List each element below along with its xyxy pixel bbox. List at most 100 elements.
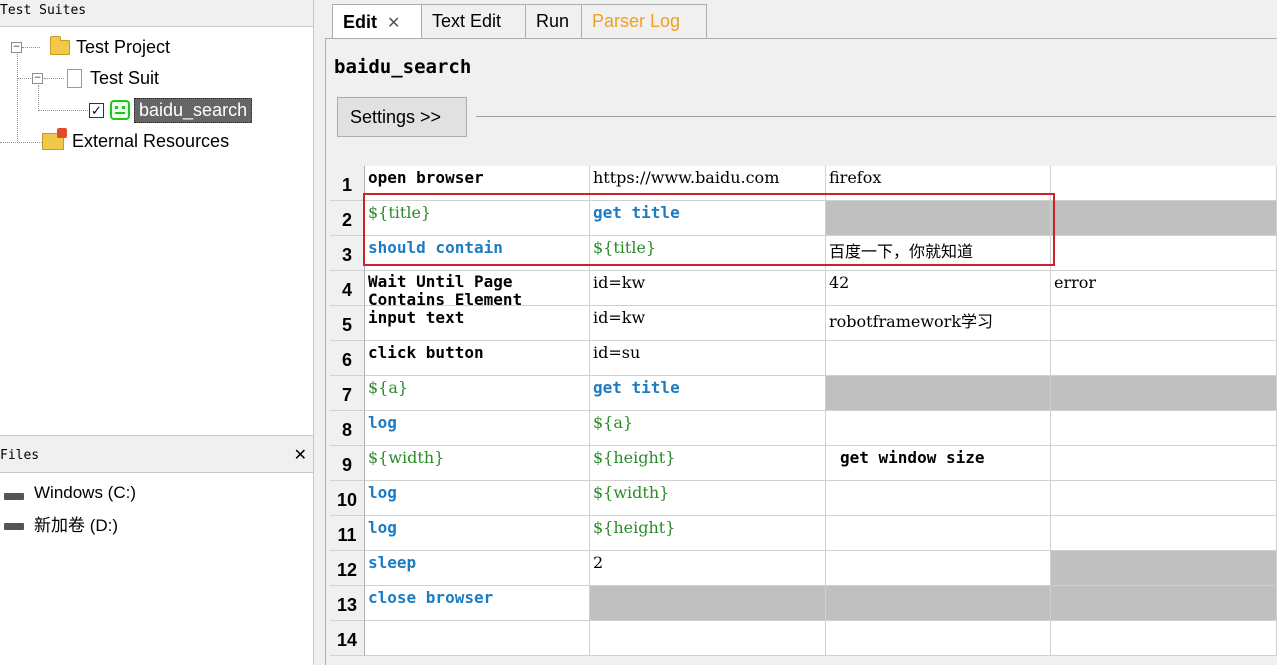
grid-cell[interactable]: 42 — [826, 271, 1051, 306]
collapse-icon[interactable]: − — [32, 72, 43, 84]
tab-bar: Edit ✕ Text Edit Run Parser Log — [325, 0, 1277, 39]
tree-node-suite[interactable]: − Test Suit — [32, 64, 159, 92]
grid-cell[interactable]: open browser — [365, 166, 590, 201]
grid-cell[interactable]: ${width} — [365, 446, 590, 481]
close-icon[interactable]: ✕ — [387, 13, 400, 32]
grid-cell[interactable]: ${a} — [365, 376, 590, 411]
row-number[interactable]: 8 — [330, 411, 365, 446]
grid-cell[interactable] — [826, 411, 1051, 446]
grid-cell[interactable] — [826, 341, 1051, 376]
grid-cell[interactable]: get title — [590, 201, 826, 236]
grid-cell-disabled[interactable] — [1051, 586, 1277, 621]
grid-cell[interactable]: close browser — [365, 586, 590, 621]
row-number[interactable]: 7 — [330, 376, 365, 411]
collapse-icon[interactable]: − — [11, 41, 22, 53]
row-number[interactable]: 14 — [330, 621, 365, 656]
table-row: 8 log ${a} — [330, 411, 1277, 446]
grid-cell[interactable]: ${a} — [590, 411, 826, 446]
row-number[interactable]: 13 — [330, 586, 365, 621]
grid-cell[interactable]: log — [365, 481, 590, 516]
grid-cell[interactable]: 2 — [590, 551, 826, 586]
grid-cell[interactable] — [1051, 411, 1277, 446]
close-icon[interactable]: ✕ — [294, 447, 307, 467]
row-number[interactable]: 9 — [330, 446, 365, 481]
grid-cell[interactable] — [590, 621, 826, 656]
grid-cell[interactable] — [1051, 306, 1277, 341]
grid-cell[interactable]: get title — [590, 376, 826, 411]
drive-icon — [4, 492, 24, 500]
settings-button[interactable]: Settings >> — [337, 97, 467, 137]
row-number[interactable]: 12 — [330, 551, 365, 586]
grid-cell[interactable]: id=kw — [590, 271, 826, 306]
grid-cell[interactable]: error — [1051, 271, 1277, 306]
grid-cell[interactable] — [826, 621, 1051, 656]
grid-cell-disabled[interactable] — [1051, 201, 1277, 236]
suite-tree[interactable]: − Test Project − Test Suit ✓ baidu_searc… — [0, 26, 313, 436]
grid-cell[interactable]: should contain — [365, 236, 590, 271]
grid-cell[interactable]: sleep — [365, 551, 590, 586]
grid-cell[interactable] — [826, 551, 1051, 586]
grid-cell[interactable]: ${width} — [590, 481, 826, 516]
grid-cell-disabled[interactable] — [826, 376, 1051, 411]
grid-cell[interactable]: ${height} — [590, 516, 826, 551]
grid-cell-disabled[interactable] — [1051, 551, 1277, 586]
tab-label: Run — [536, 11, 570, 31]
grid-cell[interactable] — [1051, 166, 1277, 201]
grid-cell-disabled[interactable] — [826, 201, 1051, 236]
tree-node-label: Test Suit — [90, 67, 160, 88]
grid-cell-disabled[interactable] — [1051, 376, 1277, 411]
grid-cell[interactable] — [1051, 446, 1277, 481]
grid-cell[interactable] — [1051, 236, 1277, 271]
drive-item-c[interactable]: Windows (C:) — [4, 482, 136, 504]
row-number[interactable]: 6 — [330, 341, 365, 376]
files-list[interactable]: Windows (C:) 新加卷 (D:) — [0, 472, 313, 665]
drive-label: 新加卷 (D:) — [34, 515, 119, 535]
grid-cell[interactable] — [1051, 621, 1277, 656]
tab-edit[interactable]: Edit ✕ — [332, 4, 422, 39]
tab-parser-log[interactable]: Parser Log — [581, 4, 707, 38]
tab-text-edit[interactable]: Text Edit — [421, 4, 526, 38]
grid-cell[interactable] — [1051, 481, 1277, 516]
grid-cell[interactable] — [826, 516, 1051, 551]
grid-cell[interactable]: https://www.baidu.com — [590, 166, 826, 201]
grid-cell[interactable]: 百度一下，你就知道 — [826, 236, 1051, 271]
tree-node-project[interactable]: − Test Project — [11, 33, 170, 61]
grid-cell[interactable] — [826, 481, 1051, 516]
grid-cell[interactable]: ${title} — [590, 236, 826, 271]
grid-cell[interactable] — [1051, 516, 1277, 551]
grid-cell[interactable]: robotframework学习 — [826, 306, 1051, 341]
row-number[interactable]: 11 — [330, 516, 365, 551]
checkbox-checked-icon[interactable]: ✓ — [89, 102, 104, 118]
grid-cell[interactable]: ${title} — [365, 201, 590, 236]
grid-cell[interactable]: get window size — [826, 446, 1051, 481]
row-number[interactable]: 3 — [330, 236, 365, 271]
grid-cell[interactable]: Wait Until Page Contains Element — [365, 271, 590, 306]
row-number[interactable]: 4 — [330, 271, 365, 306]
grid-cell-disabled[interactable] — [590, 586, 826, 621]
row-number[interactable]: 2 — [330, 201, 365, 236]
tree-node-test-case[interactable]: ✓ baidu_search — [89, 96, 253, 124]
grid-cell[interactable]: id=kw — [590, 306, 826, 341]
row-number[interactable]: 5 — [330, 306, 365, 341]
grid-cell[interactable]: ${height} — [590, 446, 826, 481]
table-row: 3 should contain ${title} 百度一下，你就知道 — [330, 236, 1277, 271]
drive-icon — [4, 522, 24, 530]
grid-cell[interactable]: click button — [365, 341, 590, 376]
drive-item-d[interactable]: 新加卷 (D:) — [4, 512, 119, 535]
pane-splitter[interactable] — [313, 0, 325, 665]
grid-cell[interactable] — [365, 621, 590, 656]
tab-label: Parser Log — [592, 11, 681, 31]
grid-cell[interactable]: log — [365, 516, 590, 551]
tab-run[interactable]: Run — [525, 4, 582, 38]
grid-cell[interactable]: input text — [365, 306, 590, 341]
grid-cell[interactable]: id=su — [590, 341, 826, 376]
row-number[interactable]: 1 — [330, 166, 365, 201]
test-steps-grid[interactable]: 1 open browser https://www.baidu.com fir… — [330, 166, 1277, 665]
tree-node-external-resources[interactable]: External Resources — [42, 127, 229, 155]
row-number[interactable]: 10 — [330, 481, 365, 516]
grid-cell[interactable] — [1051, 341, 1277, 376]
table-row: 14 — [330, 621, 1277, 656]
grid-cell-disabled[interactable] — [826, 586, 1051, 621]
grid-cell[interactable]: firefox — [826, 166, 1051, 201]
grid-cell[interactable]: log — [365, 411, 590, 446]
